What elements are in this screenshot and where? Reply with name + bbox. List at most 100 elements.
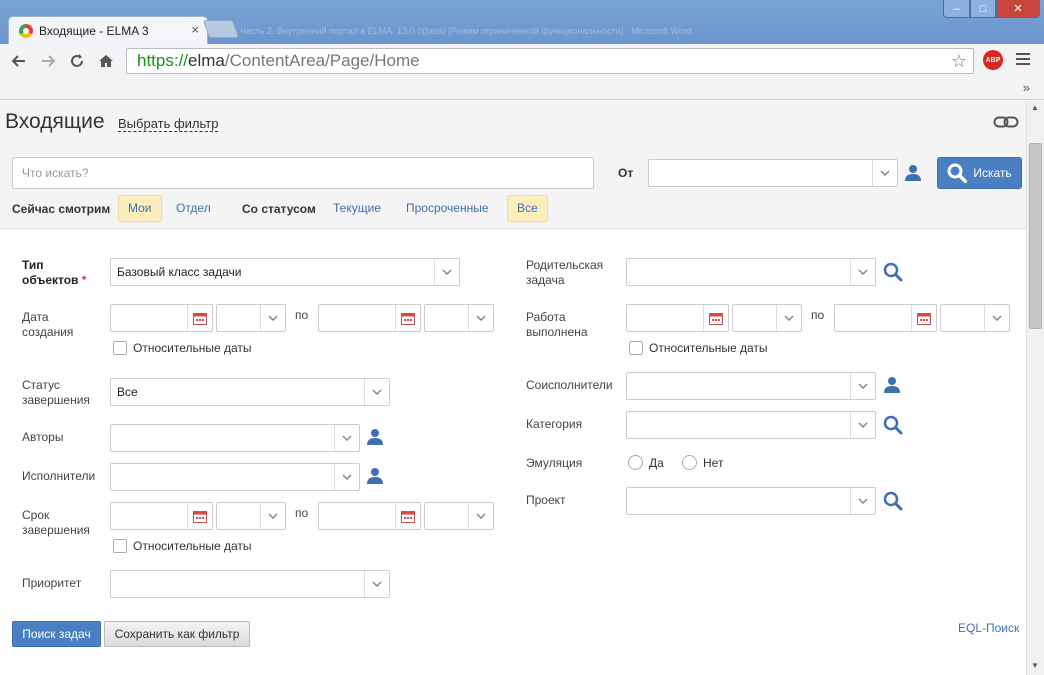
scrollbar-thumb[interactable] [1029,143,1042,329]
browser-menu-icon[interactable] [1016,53,1030,66]
from-label: От [618,166,634,180]
executors-select[interactable] [110,463,360,491]
filter-chip-mine[interactable]: Мои [118,195,162,222]
created-to-time-select[interactable] [424,304,494,332]
user-picker-icon[interactable] [883,376,901,397]
chevron-down-icon[interactable] [468,503,493,529]
chevron-down-icon[interactable] [334,425,359,451]
deadline-relative-dates-checkbox[interactable]: Относительные даты [113,539,252,553]
chevron-down-icon[interactable] [468,305,493,331]
save-as-filter-button[interactable]: Сохранить как фильтр [104,621,250,647]
scroll-down-arrow-icon[interactable]: ▼ [1031,661,1039,670]
filter-chip-current[interactable]: Текущие [324,195,390,222]
chevron-down-icon[interactable] [364,379,389,405]
permalink-chain-icon[interactable] [993,114,1019,130]
work-done-relative-dates-checkbox[interactable]: Относительные даты [629,341,768,355]
required-mark: * [81,273,87,287]
created-to-label: по [295,308,309,322]
filter-chip-department[interactable]: Отдел [167,195,220,222]
work-done-to-time-select[interactable] [940,304,1010,332]
deadline-to-date-input[interactable] [318,502,421,530]
back-arrow-icon[interactable] [8,50,30,72]
calendar-icon[interactable] [395,503,420,529]
page-content: Входящие Выбрать фильтр От Искать Сейчас… [0,101,1026,675]
chevron-down-icon[interactable] [776,305,801,331]
browser-toolbar: https://elma/ContentArea/Page/Home ☆ [0,44,1044,78]
search-input[interactable] [12,157,594,189]
chevron-down-icon[interactable] [872,160,897,186]
category-select[interactable] [626,411,876,439]
chevron-down-icon[interactable] [334,464,359,490]
search-icon[interactable] [883,415,903,438]
chevron-down-icon[interactable] [260,305,285,331]
deadline-from-date-input[interactable] [110,502,213,530]
calendar-icon[interactable] [395,305,420,331]
from-select[interactable] [648,159,898,187]
radio-circle[interactable] [682,455,697,470]
tab-close-icon[interactable]: × [191,22,199,37]
parent-task-select[interactable] [626,258,876,286]
user-picker-icon[interactable] [904,164,922,185]
search-button[interactable]: Искать [937,157,1022,189]
calendar-icon[interactable] [187,503,212,529]
authors-select[interactable] [110,424,360,452]
eql-search-link[interactable]: EQL-Поиск [958,621,1019,635]
completion-status-select[interactable]: Все [110,378,390,406]
window-close-button[interactable]: ✕ [996,0,1040,18]
project-select[interactable] [626,487,876,515]
chevron-down-icon[interactable] [364,571,389,597]
chevron-down-icon[interactable] [434,259,459,285]
radio-circle[interactable] [628,455,643,470]
filter-chip-overdue[interactable]: Просроченные [397,195,498,222]
work-done-from-time-select[interactable] [732,304,802,332]
browser-tab-active[interactable]: Входящие - ELMA 3 × [8,16,208,44]
emulation-no-radio[interactable]: Нет [682,455,723,470]
coexecutors-select[interactable] [626,372,876,400]
new-tab-button[interactable] [202,20,240,38]
page-scrollbar[interactable]: ▲ ▼ [1026,101,1044,675]
search-tasks-button[interactable]: Поиск задач [12,621,101,647]
work-done-from-date-input[interactable] [626,304,729,332]
deadline-from-time-select[interactable] [216,502,286,530]
work-done-to-date-input[interactable] [834,304,937,332]
adblock-plus-icon[interactable]: ABP [983,50,1003,70]
bookmark-star-icon[interactable]: ☆ [951,49,967,73]
deadline-to-label: по [295,506,309,520]
chevron-down-icon[interactable] [984,305,1009,331]
deadline-to-time-select[interactable] [424,502,494,530]
chevron-down-icon[interactable] [850,259,875,285]
search-icon[interactable] [883,262,903,285]
object-type-select[interactable]: Базовый класс задачи [110,258,460,286]
created-from-time-select[interactable] [216,304,286,332]
user-picker-icon[interactable] [366,428,384,449]
window-minimize-button[interactable]: – [943,0,970,18]
checkbox-box[interactable] [113,539,127,553]
coexecutors-label: Соисполнители [526,378,613,392]
status-label: Со статусом [242,202,316,216]
priority-select[interactable] [110,570,390,598]
calendar-icon[interactable] [911,305,936,331]
checkbox-box[interactable] [113,341,127,355]
choose-filter-link[interactable]: Выбрать фильтр [118,116,219,132]
scroll-up-arrow-icon[interactable]: ▲ [1031,103,1039,112]
checkbox-box[interactable] [629,341,643,355]
filter-chip-all[interactable]: Все [507,195,548,222]
chevron-down-icon[interactable] [850,412,875,438]
window-maximize-button[interactable]: □ [970,0,996,18]
reload-icon[interactable] [66,50,88,72]
emulation-yes-radio[interactable]: Да [628,455,664,470]
home-icon[interactable] [95,50,117,72]
bookmarks-overflow-icon[interactable]: » [1023,80,1030,95]
address-bar[interactable]: https://elma/ContentArea/Page/Home ☆ [126,48,974,74]
created-from-date-input[interactable] [110,304,213,332]
calendar-icon[interactable] [187,305,212,331]
created-relative-dates-checkbox[interactable]: Относительные даты [113,341,252,355]
chevron-down-icon[interactable] [260,503,285,529]
forward-arrow-icon[interactable] [37,50,59,72]
user-picker-icon[interactable] [366,467,384,488]
calendar-icon[interactable] [703,305,728,331]
chevron-down-icon[interactable] [850,373,875,399]
chevron-down-icon[interactable] [850,488,875,514]
created-to-date-input[interactable] [318,304,421,332]
search-icon[interactable] [883,491,903,514]
